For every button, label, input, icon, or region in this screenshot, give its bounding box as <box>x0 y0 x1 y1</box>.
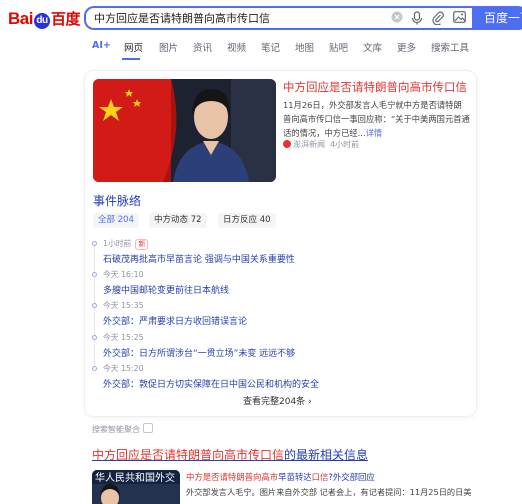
tab-images[interactable]: 图片 <box>159 40 178 54</box>
result-sub-hl: 中方是否请特朗普向高市 <box>186 472 279 482</box>
result-sub-hl2: 口信 <box>311 472 329 482</box>
timeline-item[interactable]: 石破茂再批高市早苗言论 强调与中国关系重要性 <box>103 252 295 265</box>
timeline-time: 今天 15:20 <box>103 364 144 373</box>
chip-all[interactable]: 全部 204 <box>93 213 139 228</box>
image-search-icon[interactable] <box>452 11 466 25</box>
microphone-icon[interactable] <box>410 11 424 25</box>
baidu-logo[interactable]: Bai du 百度 <box>8 8 80 29</box>
logo-cn: 百度 <box>50 11 81 28</box>
timeline-item[interactable]: 外交部：敦促日方切实保障在日中国公民和机构的安全 <box>103 377 319 390</box>
search-button[interactable]: 百度一下 <box>472 6 522 30</box>
news-photo[interactable] <box>93 79 276 182</box>
timeline-dot <box>92 241 97 246</box>
tab-news[interactable]: 资讯 <box>193 40 212 54</box>
news-source-line: 澎湃新闻 4小时前 <box>283 139 359 150</box>
result-title-rest: 的最新相关信息 <box>284 448 369 462</box>
clear-icon[interactable] <box>390 11 404 25</box>
result-subtitle[interactable]: 中方是否请特朗普向高市早苗转达口信?外交部回应 <box>186 471 375 483</box>
attachment-icon[interactable] <box>431 11 445 26</box>
timeline-item[interactable]: 外交部：严肃要求日方收回错误言论 <box>103 314 247 327</box>
search-tabs: AI+ 网页 图片 资讯 视频 笔记 地图 贴吧 文库 更多 搜索工具 <box>0 38 522 60</box>
result-sub-rest: ?外交部回应 <box>328 472 375 482</box>
tab-video[interactable]: 视频 <box>227 40 246 54</box>
timeline-time-text: 1小时前 <box>103 239 132 248</box>
result-snippet: 外交部发言人毛宁。图片来自外交部 记者会上，有记者提问：11月25日的日美 <box>186 487 472 497</box>
thumbnail-text: 华人民共和国外交 <box>95 471 175 484</box>
tab-search-tools[interactable]: 搜索工具 <box>431 40 469 54</box>
tab-more[interactable]: 更多 <box>397 40 416 54</box>
result-title[interactable]: 中方回应是否请特朗普向高市传口信的最新相关信息 <box>92 446 368 463</box>
logo-paw-icon: du <box>33 13 50 29</box>
new-badge: 新 <box>135 239 149 250</box>
result-thumbnail[interactable]: 华人民共和国外交 <box>92 470 180 504</box>
view-all-label: 查看完整204条 <box>243 397 306 407</box>
timeline-item[interactable]: 多艘中国邮轮变更前往日本航线 <box>103 283 229 296</box>
active-tab-indicator <box>122 58 140 60</box>
news-card: 中方回应是否请特朗普向高市传口信 11月26日，外交部发言人毛宁就中方是否请特朗… <box>84 70 477 417</box>
event-timeline-title[interactable]: 事件脉络 <box>93 192 141 209</box>
news-more-link[interactable]: 详情 <box>366 128 383 138</box>
tab-tieba[interactable]: 贴吧 <box>329 40 348 54</box>
result-sub-n: 早苗转达 <box>278 472 312 482</box>
news-title[interactable]: 中方回应是否请特朗普向高市传口信 <box>283 79 473 95</box>
info-icon[interactable] <box>143 423 153 433</box>
source-logo-icon <box>283 140 291 148</box>
timeline-dot <box>92 303 97 308</box>
aggregation-label: 搜索智能聚合 <box>92 423 153 435</box>
timeline-time: 1小时前新 <box>103 238 149 250</box>
chip-china[interactable]: 中方动态 72 <box>149 213 207 228</box>
chip-japan[interactable]: 日方反应 40 <box>218 213 276 228</box>
tab-wenku[interactable]: 文库 <box>363 40 382 54</box>
search-box <box>84 6 472 30</box>
timeline-item[interactable]: 外交部：日方所谓涉台“一贯立场”未变 远远不够 <box>103 346 295 359</box>
timeline-dot <box>92 272 97 277</box>
tab-notes[interactable]: 笔记 <box>261 40 280 54</box>
chevron-right-icon: › <box>308 397 312 407</box>
result-title-highlight: 中方回应是否请特朗普向高市传口信 <box>92 448 285 462</box>
tab-maps[interactable]: 地图 <box>295 40 314 54</box>
tab-web[interactable]: 网页 <box>124 40 143 54</box>
news-source[interactable]: 澎湃新闻 <box>293 140 325 149</box>
timeline-dot <box>92 335 97 340</box>
logo-bai: Bai <box>8 9 33 28</box>
timeline-time: 今天 15:25 <box>103 333 144 342</box>
timeline-time: 今天 15:35 <box>103 301 144 310</box>
news-body: 11月26日，外交部发言人毛宁就中方是否请特朗普向高市传口信一事回应称：“关于中… <box>283 98 470 140</box>
news-time: 4小时前 <box>330 140 360 149</box>
timeline-time: 今天 16:10 <box>103 270 144 279</box>
timeline-dot <box>92 366 97 371</box>
top-bar: Baidu百度 百度一下 <box>0 0 522 38</box>
tab-ai[interactable]: AI+ <box>92 40 111 51</box>
aggregation-text: 搜索智能聚合 <box>92 425 140 434</box>
search-input[interactable] <box>94 10 384 26</box>
view-all-link[interactable]: 查看完整204条 › <box>243 394 312 407</box>
